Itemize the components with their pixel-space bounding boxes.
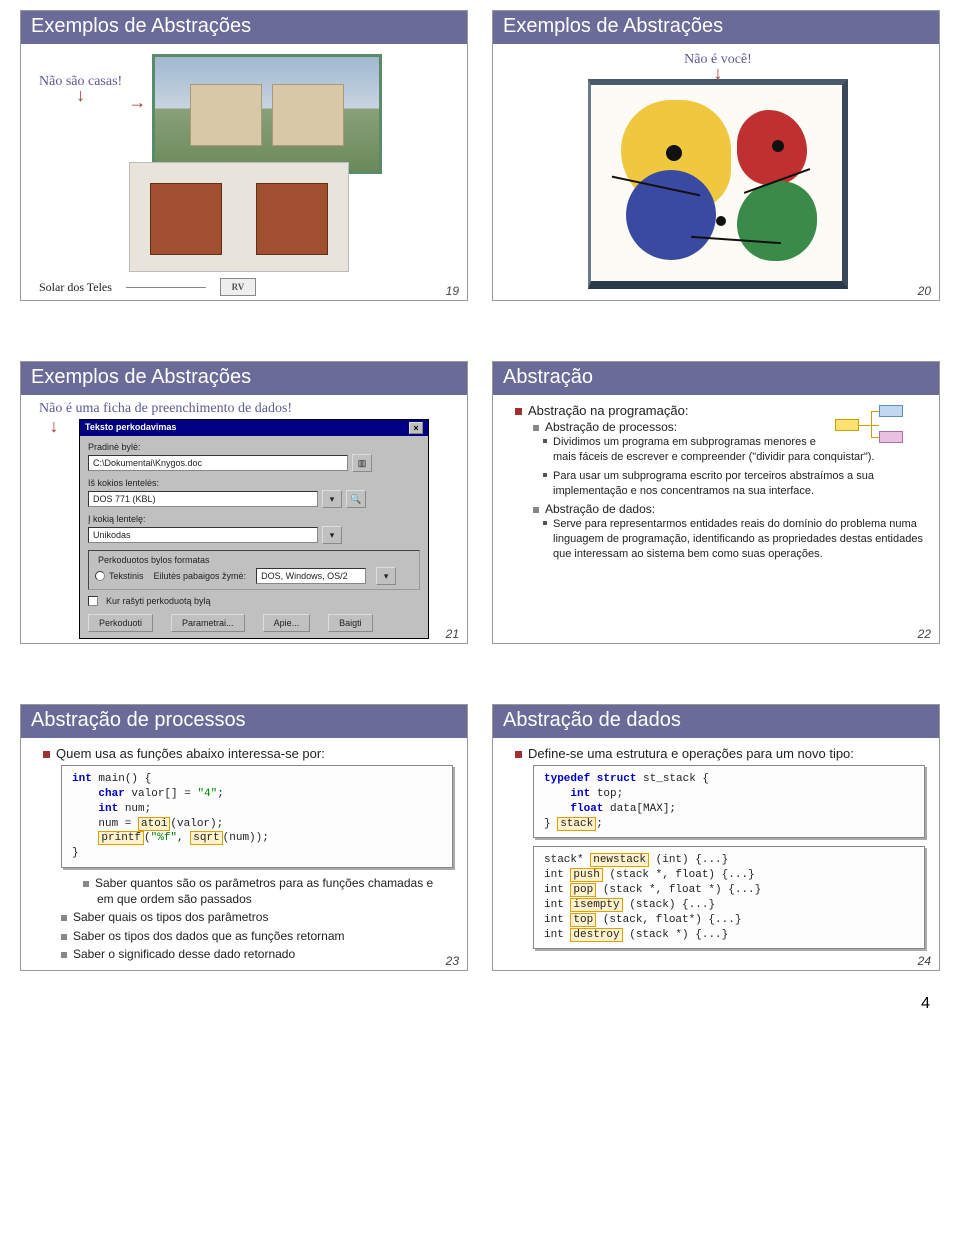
dropdown-icon[interactable]: ▾ [376,567,396,585]
group-label: Perkoduotos bylos formatas [95,555,213,565]
slide-21: Exemplos de Abstrações Não é uma ficha d… [20,361,468,644]
radio-option[interactable]: Tekstinis [95,571,144,582]
floor-plan-placeholder [129,162,349,272]
about-button[interactable]: Apie... [263,614,311,632]
to-table-select[interactable]: Unikodas [88,527,318,543]
dropdown-icon[interactable]: ▾ [322,490,342,508]
params-button[interactable]: Parametrai... [171,614,245,632]
search-icon[interactable]: 🔍 [346,490,366,508]
field-label: Į kokią lentelę: [88,514,420,524]
file-path-input[interactable]: C:\Dokumentai\Knygos.doc [88,455,348,471]
page-number: 4 [921,995,930,1013]
dialog-window: Teksto perkodavimas × Pradinė bylė: C:\D… [79,419,429,639]
abstract-art-placeholder [588,79,848,289]
slide-title: Exemplos de Abstrações [493,11,939,44]
slide-number: 23 [446,954,459,968]
bullet-l2: Abstração de dados: [533,502,925,516]
house-photo-placeholder [152,54,382,174]
slide-title: Exemplos de Abstrações [21,11,467,44]
bullet-l2: Saber o significado desse dado retornado [61,947,453,963]
slide-number: 20 [918,284,931,298]
rv-badge: RV [220,278,256,296]
dialog-title-text: Teksto perkodavimas [85,422,176,434]
dropdown-icon[interactable]: ▾ [322,526,342,544]
slide-title: Abstração de processos [21,705,467,738]
bullet-l3: Para usar um subprograma escrito por ter… [553,469,925,499]
slide-23: Abstração de processos Quem usa as funçõ… [20,704,468,971]
arrow-down-icon: ↓ [714,68,723,79]
checkbox-label: Kur rašyti perkoduotą bylą [106,596,211,606]
slide-number: 24 [918,954,931,968]
code-block-struct: typedef struct st_stack { int top; float… [533,765,925,838]
slide-number: 22 [918,627,931,641]
encode-button[interactable]: Perkoduoti [88,614,153,632]
slide-number: 19 [446,284,459,298]
close-icon[interactable]: × [409,422,423,434]
slide-title: Abstração [493,362,939,395]
field-label: Iš kokios lentelės: [88,478,420,488]
bullet-l1: Quem usa as funções abaixo interessa-se … [43,746,453,761]
finish-button[interactable]: Baigti [328,614,373,632]
code-block: int main() { char valor[] = "4"; int num… [61,765,453,868]
bullet-l2: Saber quantos são os parâmetros para as … [61,876,453,907]
checkbox[interactable] [88,596,98,606]
arrow-right-icon: → [128,92,146,113]
line-ending-select[interactable]: DOS, Windows, OS/2 [256,568,366,584]
arrow-down-icon: ↓ [76,90,85,101]
slide-22: Abstração Abstração na programação: Abst… [492,361,940,644]
slide-20: Exemplos de Abstrações Não é você! ↓ 20 [492,10,940,301]
annotation-text: Não é uma ficha de preenchimento de dado… [39,401,292,417]
slide-title: Abstração de dados [493,705,939,738]
row-end-label: Eilutės pabaigos žymė: [154,571,247,581]
flowchart-icon [835,405,925,445]
bullet-l3: Serve para representarmos entidades reai… [553,517,925,562]
slide-24: Abstração de dados Define-se uma estrutu… [492,704,940,971]
arrow-down-icon: ↓ [50,421,59,432]
slide-number: 21 [446,627,459,641]
browse-button[interactable]: ▥ [352,454,372,472]
slide-19: Exemplos de Abstrações Não são casas! ↓ … [20,10,468,301]
bullet-l2: Saber quais os tipos dos parâmetros [61,910,453,926]
from-table-select[interactable]: DOS 771 (KBL) [88,491,318,507]
bottom-label: Solar dos Teles [39,280,112,295]
code-block-funcs: stack* newstack (int) {...} int push (st… [533,846,925,949]
bullet-l2: Saber os tipos dos dados que as funções … [61,929,453,945]
field-label: Pradinė bylė: [88,442,420,452]
slide-title: Exemplos de Abstrações [21,362,467,395]
bullet-l1: Define-se uma estrutura e operações para… [515,746,925,761]
